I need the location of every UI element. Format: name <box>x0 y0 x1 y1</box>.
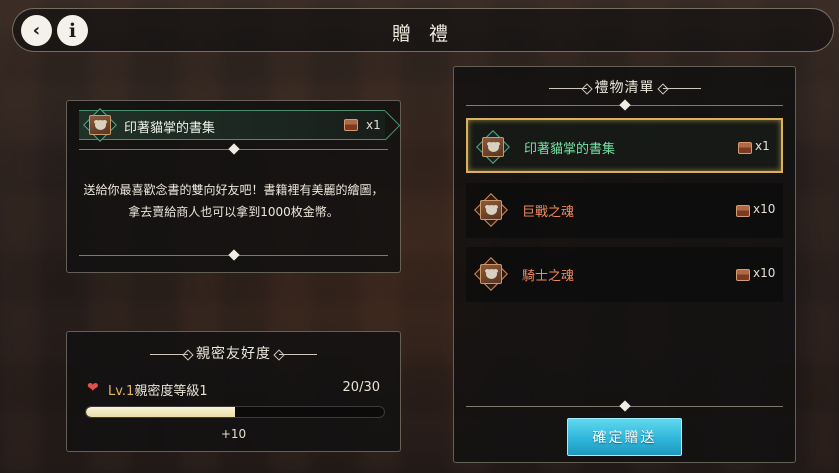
item-name: 印著貓掌的書集 <box>124 121 216 136</box>
level-label: Lv.1 <box>108 384 135 399</box>
gift-chest-icon <box>738 142 752 154</box>
gift-item-row[interactable]: 騎士之魂 x10 <box>466 247 783 302</box>
friendship-level: Lv.1親密度等級1 <box>108 380 208 399</box>
gift-chest-icon <box>736 269 750 281</box>
cat-paw-book-icon <box>83 108 117 142</box>
divider <box>466 400 783 412</box>
gift-item-qty: x1 <box>755 139 770 153</box>
gift-item-name: 巨戰之魂 <box>522 205 575 220</box>
friendship-title: 親密友好度 <box>196 346 271 362</box>
friendship-panel: 親密友好度 ❤ Lv.1親密度等級1 20/30 +10 <box>66 331 401 452</box>
divider <box>79 249 388 261</box>
page-title: 贈 禮 <box>391 23 455 45</box>
gift-list-heading: 禮物清單 <box>454 77 795 97</box>
gift-item-name: 騎士之魂 <box>522 269 575 284</box>
divider <box>466 99 783 111</box>
gift-chest-icon <box>736 205 750 217</box>
friendship-progress-bar <box>85 406 385 418</box>
level-desc: 親密度等級1 <box>134 384 208 399</box>
soul-book-icon <box>474 193 508 227</box>
gift-item-qty: x10 <box>753 202 776 216</box>
gift-item-row[interactable]: 印著貓掌的書集 x1 <box>466 118 783 173</box>
friendship-count: 20/30 <box>342 380 380 395</box>
divider <box>79 143 388 155</box>
friendship-heading: 親密友好度 <box>67 343 400 363</box>
heart-icon: ❤ <box>87 380 99 396</box>
cat-paw-book-icon <box>476 130 510 164</box>
gift-chest-icon <box>344 119 358 131</box>
item-quantity: x1 <box>366 118 381 132</box>
item-description: 送給你最喜歡念書的雙向好友吧！書籍裡有美麗的繪圖，拿去賣給商人也可以拿到1000… <box>83 183 384 219</box>
friendship-gain: +10 <box>220 427 247 441</box>
item-name-banner: 印著貓掌的書集 x1 <box>79 108 385 142</box>
gift-list-panel: 禮物清單 印著貓掌的書集 x1 巨戰之魂 x10 騎士之魂 x10 確定贈送 <box>453 66 796 463</box>
header-bar: ‹ i 贈 禮 <box>12 8 834 52</box>
soul-book-icon <box>474 257 508 291</box>
gift-list-title: 禮物清單 <box>594 80 655 96</box>
gift-detail-panel: 印著貓掌的書集 x1 送給你最喜歡念書的雙向好友吧！書籍裡有美麗的繪圖，拿去賣給… <box>66 100 401 273</box>
friendship-progress-fill <box>86 407 235 417</box>
gift-item-name: 印著貓掌的書集 <box>524 142 616 157</box>
confirm-gift-button[interactable]: 確定贈送 <box>567 418 682 456</box>
gift-item-row[interactable]: 巨戰之魂 x10 <box>466 183 783 238</box>
gift-item-qty: x10 <box>753 266 776 280</box>
